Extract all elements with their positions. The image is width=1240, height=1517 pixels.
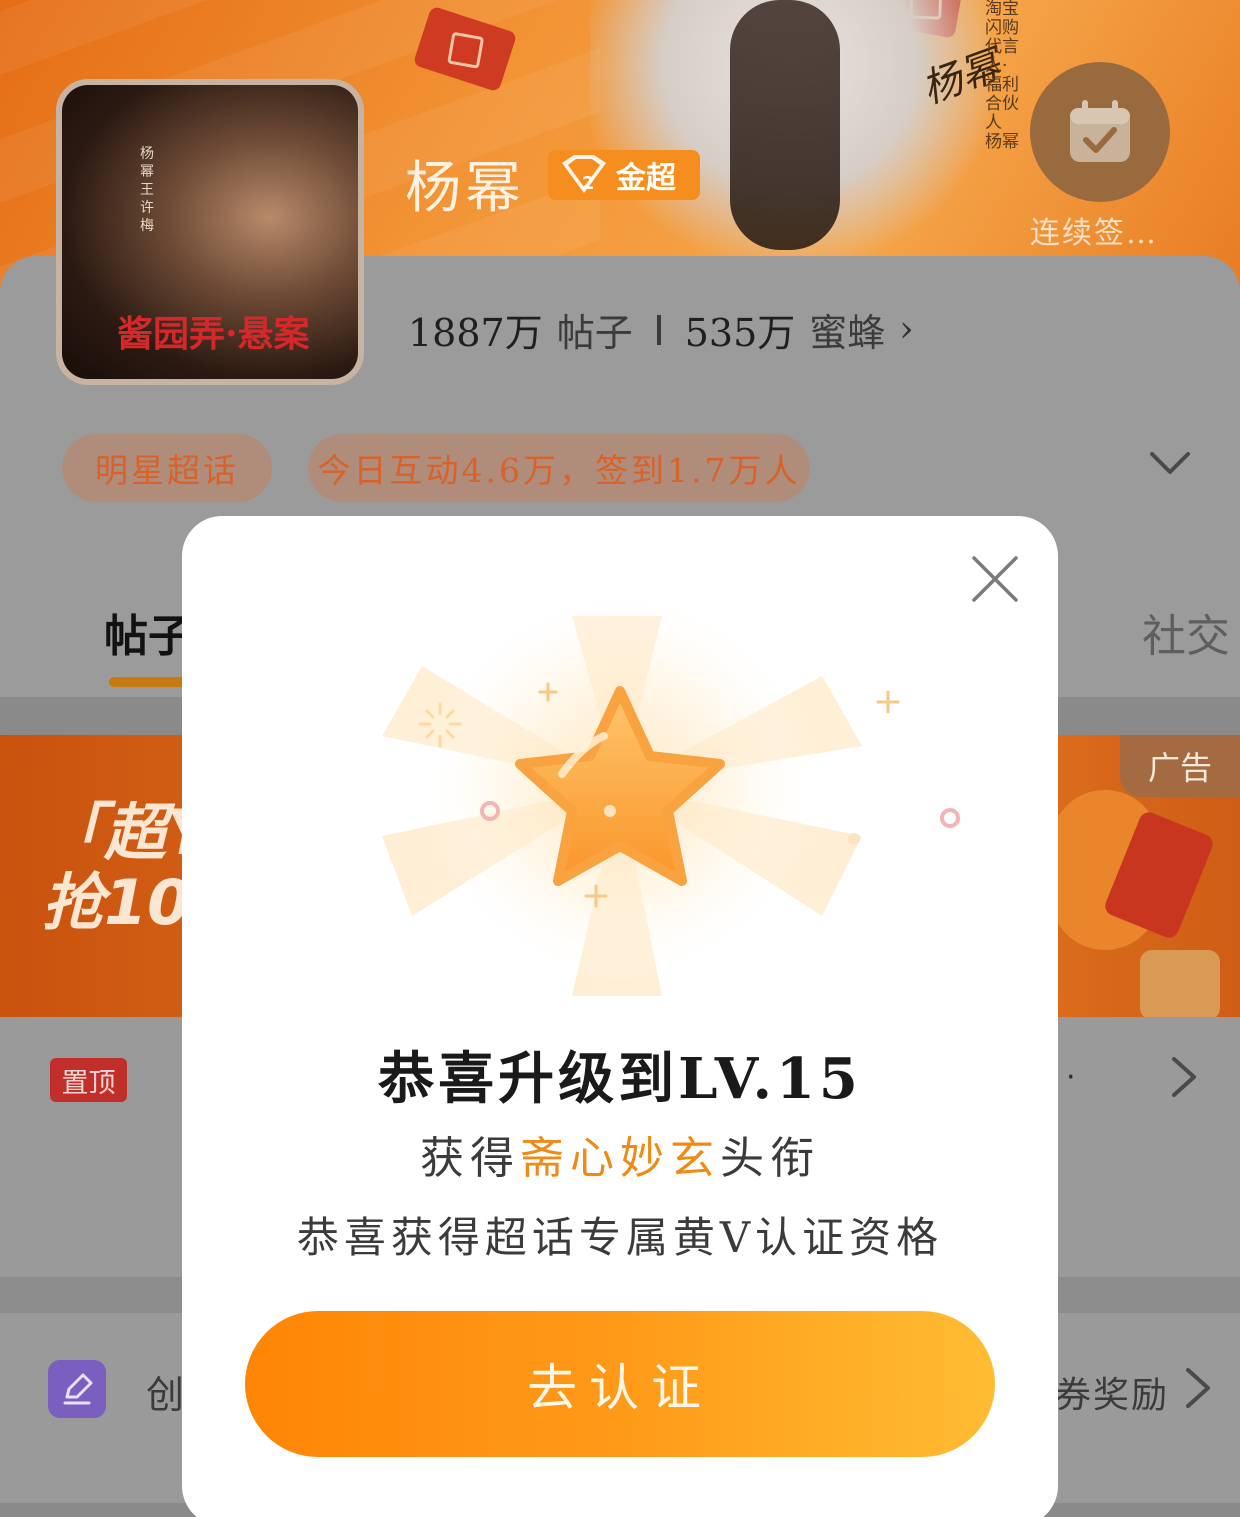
- dialog-title: 恭喜升级到LV.15: [378, 1046, 862, 1112]
- pinned-row-ellipsis: ·: [1066, 1060, 1076, 1095]
- verify-button[interactable]: 去认证: [245, 1311, 995, 1457]
- dialog-title-award: 获得斋心妙玄头衔: [182, 1122, 1058, 1186]
- award-suffix: 头衔: [720, 1133, 820, 1184]
- stats-divider: [656, 314, 661, 345]
- dot-decoration: [604, 805, 616, 817]
- fans-label: 蜜蜂: [809, 311, 886, 355]
- calendar-check-icon: [1070, 100, 1130, 162]
- level-badge-label: 金超: [616, 161, 676, 196]
- creator-label: 创: [146, 1373, 185, 1417]
- poster-cast-text: 杨幂 王许梅: [140, 146, 154, 234]
- super-topic-name: 杨幂: [405, 156, 525, 221]
- chevron-right-icon[interactable]: [1180, 1366, 1216, 1410]
- level-up-dialog: 恭喜升级到LV.15 获得斋心妙玄头衔 恭喜获得超话专属黄V认证资格 去认证: [182, 516, 1058, 1517]
- chevron-right-icon: ›: [899, 309, 914, 350]
- fans-count: 535万: [684, 311, 796, 355]
- award-title-highlight: 斋心妙玄: [520, 1133, 720, 1184]
- close-button[interactable]: [968, 552, 1022, 606]
- posts-label: 帖子: [556, 311, 633, 355]
- chevron-right-icon[interactable]: [1166, 1055, 1202, 1099]
- ad-cup-mascot: [1140, 950, 1220, 1020]
- ad-tag: 广告: [1120, 735, 1240, 797]
- reward-label: 券奖励: [1055, 1375, 1170, 1416]
- topic-stats[interactable]: 1887万 帖子 535万 蜜蜂 ›: [408, 302, 914, 357]
- topic-avatar[interactable]: 杨幂 王许梅 酱园弄·悬案: [56, 79, 364, 385]
- dot-decoration: [940, 808, 960, 828]
- celebrity-photo-hair: [730, 0, 840, 250]
- chevron-down-icon[interactable]: [1148, 440, 1192, 484]
- checkin-label: 连续签…: [1030, 216, 1158, 251]
- tab-posts[interactable]: 帖子: [104, 600, 192, 664]
- award-prefix: 获得: [420, 1133, 520, 1184]
- endorsement-text: 淘宝闪购代言人·福利合伙人 杨幂: [985, 0, 1019, 152]
- dot-decoration: [848, 833, 860, 845]
- poster-title: 酱园弄·悬案: [117, 313, 310, 355]
- dialog-subtitle: 恭喜获得超话专属黄V认证资格: [296, 1213, 944, 1262]
- star-illustration: [382, 596, 960, 996]
- category-pill[interactable]: 明星超话: [62, 434, 272, 502]
- movie-poster-image: 杨幂 王许梅 酱园弄·悬案: [62, 85, 358, 379]
- svg-text:2: 2: [582, 173, 595, 194]
- posts-count: 1887万: [408, 311, 543, 355]
- level-badge[interactable]: 2 金超: [548, 150, 700, 200]
- activity-pill: 今日互动4.6万，签到1.7万人: [308, 434, 810, 502]
- tab-social[interactable]: 社交: [1142, 600, 1230, 664]
- diamond-icon: 2: [562, 155, 606, 194]
- pen-icon: [48, 1360, 106, 1418]
- pinned-badge: 置顶: [50, 1058, 127, 1102]
- close-icon: [972, 556, 1018, 602]
- checkin-button[interactable]: [1030, 62, 1170, 202]
- tab-active-indicator: [109, 677, 189, 687]
